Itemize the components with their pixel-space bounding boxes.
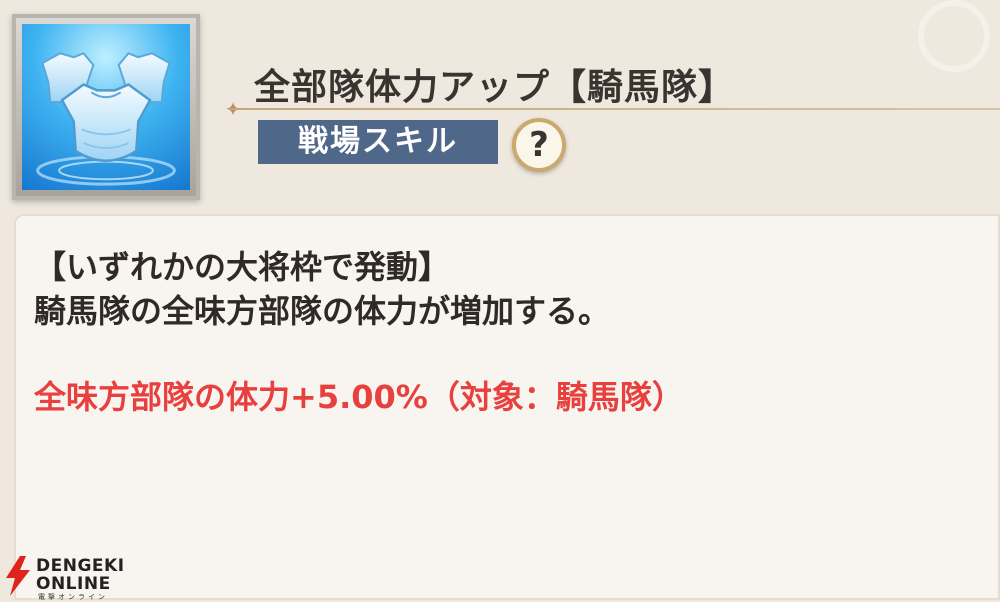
dengeki-online-logo: DENGEKI ONLINE 電撃オンライン (0, 552, 130, 601)
skill-category-badge: 戦場スキル (258, 120, 498, 164)
skill-title-bar: 全部隊体力アップ【騎馬隊】 ✦ (225, 58, 1000, 120)
skill-title: 全部隊体力アップ【騎馬隊】 (254, 67, 736, 108)
armor-icon (22, 24, 190, 190)
logo-text-line2: ONLINE (36, 574, 111, 594)
logo-text-line1: DENGEKI (36, 556, 125, 576)
skill-icon-frame (12, 14, 200, 200)
logo-text-line3: 電撃オンライン (38, 593, 108, 601)
help-button[interactable]: ? (512, 118, 566, 172)
lightning-bolt-icon (6, 556, 30, 596)
title-divider (230, 108, 1000, 110)
activation-condition: 【いずれかの大将枠で発動】 (34, 248, 451, 286)
skill-effect-value: 全味方部隊の体力+5.00%（対象：騎馬隊） (34, 378, 684, 416)
skill-description-panel: 【いずれかの大将枠で発動】 騎馬隊の全味方部隊の体力が増加する。 全味方部隊の体… (14, 214, 1000, 600)
skill-description-text: 騎馬隊の全味方部隊の体力が増加する。 (34, 292, 611, 330)
